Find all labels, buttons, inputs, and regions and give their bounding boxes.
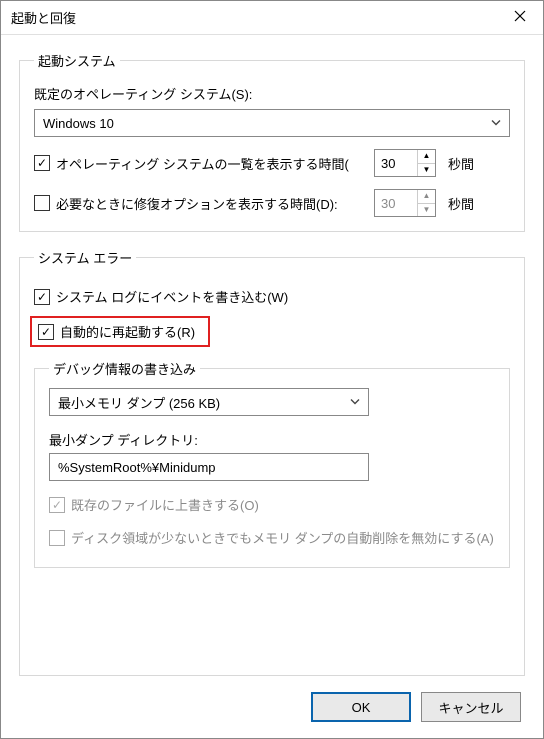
show-os-list-checkbox[interactable]	[34, 155, 50, 171]
spinner-down-icon: ▼	[418, 204, 435, 217]
write-event-checkbox[interactable]	[34, 289, 50, 305]
overwrite-checkbox	[49, 497, 65, 513]
seconds-unit: 秒間	[448, 154, 474, 173]
cancel-button-label: キャンセル	[438, 698, 503, 717]
window-title: 起動と回復	[11, 8, 497, 27]
close-button[interactable]	[497, 1, 543, 34]
dump-directory-input[interactable]	[49, 453, 369, 481]
button-bar: OK キャンセル	[19, 692, 525, 726]
show-recovery-row: 必要なときに修復オプションを表示する時間(D): ▲ ▼ 秒間	[34, 189, 510, 217]
disable-delete-label: ディスク領域が少ないときでもメモリ ダンプの自動削除を無効にする(A)	[71, 528, 494, 547]
seconds-unit: 秒間	[448, 194, 474, 213]
spinner-up-icon: ▲	[418, 190, 435, 204]
show-recovery-seconds: ▲ ▼	[374, 189, 436, 217]
dump-directory-label: 最小ダンプ ディレクトリ:	[49, 430, 495, 449]
close-icon	[514, 10, 526, 25]
chevron-down-icon	[350, 395, 360, 410]
auto-restart-row: 自動的に再起動する(R)	[30, 316, 210, 347]
default-os-value: Windows 10	[43, 116, 114, 131]
dump-type-select[interactable]: 最小メモリ ダンプ (256 KB)	[49, 388, 369, 416]
default-os-label: 既定のオペレーティング システム(S):	[34, 84, 510, 103]
startup-recovery-dialog: 起動と回復 起動システム 既定のオペレーティング システム(S): Window…	[0, 0, 544, 739]
disable-delete-checkbox	[49, 530, 65, 546]
debug-info-group: デバッグ情報の書き込み 最小メモリ ダンプ (256 KB) 最小ダンプ ディレ…	[34, 359, 510, 568]
show-os-list-label: オペレーティング システムの一覧を表示する時間(	[56, 154, 349, 173]
startup-system-legend: 起動システム	[34, 51, 120, 70]
chevron-down-icon	[491, 116, 501, 131]
show-recovery-checkbox[interactable]	[34, 195, 50, 211]
auto-restart-checkbox[interactable]	[38, 324, 54, 340]
spinner-down-icon[interactable]: ▼	[418, 164, 435, 177]
show-os-list-row: オペレーティング システムの一覧を表示する時間( ▲ ▼ 秒間	[34, 149, 510, 177]
system-error-legend: システム エラー	[34, 248, 136, 267]
overwrite-label: 既存のファイルに上書きする(O)	[71, 495, 259, 514]
overwrite-row: 既存のファイルに上書きする(O)	[49, 495, 495, 514]
show-recovery-label: 必要なときに修復オプションを表示する時間(D):	[56, 194, 338, 213]
dump-type-value: 最小メモリ ダンプ (256 KB)	[58, 393, 220, 412]
show-recovery-seconds-input	[375, 190, 417, 216]
system-error-group: システム エラー システム ログにイベントを書き込む(W) 自動的に再起動する(…	[19, 248, 525, 676]
ok-button[interactable]: OK	[311, 692, 411, 722]
titlebar: 起動と回復	[1, 1, 543, 35]
show-os-list-seconds-input[interactable]	[375, 150, 417, 176]
ok-button-label: OK	[352, 700, 371, 715]
debug-info-legend: デバッグ情報の書き込み	[49, 359, 200, 378]
auto-restart-label: 自動的に再起動する(R)	[60, 322, 195, 341]
content-area: 起動システム 既定のオペレーティング システム(S): Windows 10 オ…	[1, 35, 543, 738]
disable-delete-row: ディスク領域が少ないときでもメモリ ダンプの自動削除を無効にする(A)	[49, 528, 495, 547]
write-event-label: システム ログにイベントを書き込む(W)	[56, 287, 288, 306]
startup-system-group: 起動システム 既定のオペレーティング システム(S): Windows 10 オ…	[19, 51, 525, 232]
cancel-button[interactable]: キャンセル	[421, 692, 521, 722]
default-os-select[interactable]: Windows 10	[34, 109, 510, 137]
show-os-list-seconds[interactable]: ▲ ▼	[374, 149, 436, 177]
write-event-row: システム ログにイベントを書き込む(W)	[34, 287, 510, 306]
spinner-up-icon[interactable]: ▲	[418, 150, 435, 164]
